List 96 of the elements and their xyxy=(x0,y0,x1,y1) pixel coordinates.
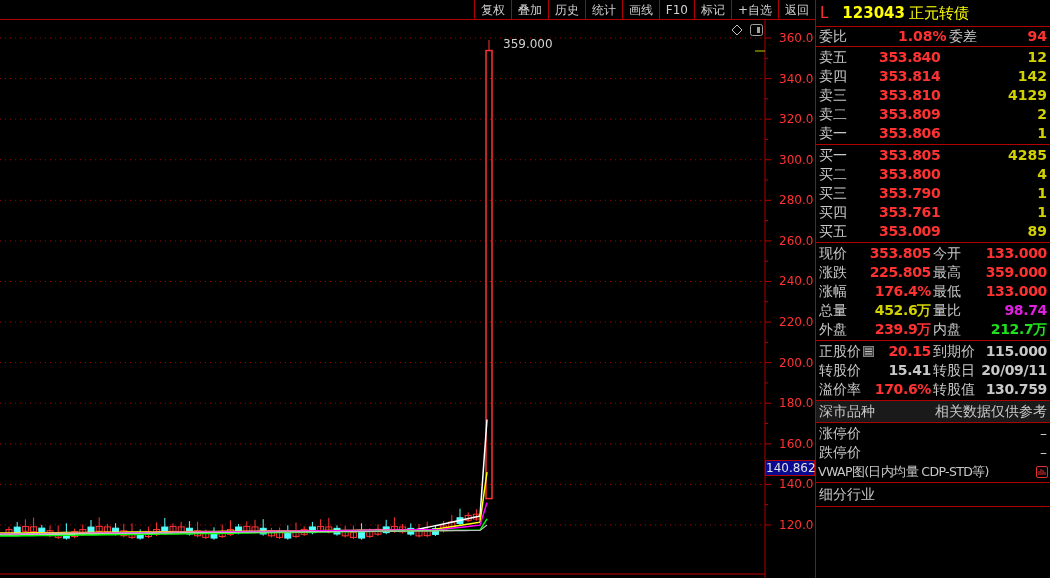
field-value: 20.15 xyxy=(888,342,931,361)
field-value: 98.74 xyxy=(1004,301,1047,320)
field-label: 到期价 xyxy=(933,342,975,361)
diamond-icon[interactable] xyxy=(731,24,743,36)
level-price: 353.761 xyxy=(879,203,941,222)
level-volume: 142 xyxy=(1017,67,1047,86)
level-label: 买三 xyxy=(819,184,848,203)
level-volume: 4129 xyxy=(1008,86,1047,105)
axis-label: 280.0 xyxy=(779,193,814,208)
level-volume: 2 xyxy=(1037,105,1047,124)
axis-label: 320.0 xyxy=(779,112,814,127)
field-value: – xyxy=(1040,443,1047,462)
section-label: 深市品种 xyxy=(819,402,875,421)
level-label: 卖一 xyxy=(819,124,848,143)
level-volume: 4285 xyxy=(1008,146,1047,165)
field-value: 212.7万 xyxy=(990,320,1047,339)
field-value: 176.4% xyxy=(874,282,931,301)
field-value: 94 xyxy=(1027,27,1047,46)
field-value: 15.41 xyxy=(888,361,931,380)
field-label: 今开 xyxy=(933,244,961,263)
field-label: 正股价 xyxy=(819,342,861,361)
level-price: 353.800 xyxy=(879,165,941,184)
field-label: 涨停价 xyxy=(819,424,861,443)
axis-label: 140.0 xyxy=(779,477,814,492)
field-value: 170.6% xyxy=(874,380,931,399)
axis-label: 240.0 xyxy=(779,274,814,289)
field-label: 现价 xyxy=(819,244,847,263)
level-price: 353.805 xyxy=(879,146,941,165)
level-price: 353.790 xyxy=(879,184,941,203)
field-value: 353.805 xyxy=(869,244,931,263)
price-marker-line xyxy=(754,50,766,52)
field-value: 133.000 xyxy=(985,282,1047,301)
axis-label: 300.0 xyxy=(779,152,814,167)
field-label: 委比 xyxy=(819,27,847,46)
level-label: 卖二 xyxy=(819,105,848,124)
field-value: 225.805 xyxy=(869,263,931,282)
level-volume: 4 xyxy=(1037,165,1047,184)
axis-label: 160.0 xyxy=(779,436,814,451)
field-label: 跌停价 xyxy=(819,443,861,462)
field-label: 内盘 xyxy=(933,320,961,339)
field-label: 总量 xyxy=(819,301,847,320)
axis-label: 260.0 xyxy=(779,233,814,248)
field-label: 涨跌 xyxy=(819,263,847,282)
level-price: 353.806 xyxy=(879,124,941,143)
level-price: 353.840 xyxy=(879,48,941,67)
field-label: 委差 xyxy=(948,27,977,46)
level-label: 卖四 xyxy=(819,67,848,86)
field-value: 20/09/11 xyxy=(981,361,1047,380)
field-value: 130.759 xyxy=(985,380,1047,399)
field-label: 转股值 xyxy=(933,380,975,399)
field-label: 溢价率 xyxy=(819,380,861,399)
market-flag-label: L xyxy=(820,3,829,23)
field-value: – xyxy=(1040,424,1047,443)
field-label: 量比 xyxy=(933,301,961,320)
level-volume: 1 xyxy=(1037,203,1047,222)
axis-label: 120.0 xyxy=(779,517,814,532)
axis-label: 340.0 xyxy=(779,71,814,86)
axis-label: 200.0 xyxy=(779,355,814,370)
level-price: 353.809 xyxy=(879,105,941,124)
level-label: 买五 xyxy=(819,222,848,241)
level-volume: 12 xyxy=(1027,48,1047,67)
field-value: 1.08% xyxy=(897,27,947,46)
level-price: 353.814 xyxy=(879,67,941,86)
field-label: 转股价 xyxy=(819,361,861,380)
level-label: 买二 xyxy=(819,165,848,184)
bar-chart-icon[interactable] xyxy=(1036,465,1048,478)
field-label: 外盘 xyxy=(819,320,847,339)
security-name: 正元转债 xyxy=(909,3,969,23)
level-label: 卖五 xyxy=(819,48,848,67)
section-label: 细分行业 xyxy=(819,485,875,504)
axis-label: 360.0 xyxy=(779,31,814,45)
field-value: 239.9万 xyxy=(874,320,931,339)
axis-label: 220.0 xyxy=(779,315,814,330)
field-label: 最高 xyxy=(933,263,961,282)
level-volume: 1 xyxy=(1037,184,1047,203)
field-value: 133.000 xyxy=(985,244,1047,263)
level-price: 353.009 xyxy=(879,222,941,241)
level-price: 353.810 xyxy=(879,86,941,105)
level-label: 买一 xyxy=(819,146,848,165)
vwap-link[interactable]: VWAP图(日内均量 CDP-STD等) xyxy=(818,462,989,481)
field-label: 最低 xyxy=(933,282,961,301)
level-label: 买四 xyxy=(819,203,848,222)
field-value: 115.000 xyxy=(985,342,1047,361)
field-value: 452.6万 xyxy=(874,301,931,320)
level-label: 卖三 xyxy=(819,86,848,105)
axis-label: 180.0 xyxy=(779,396,814,411)
level-volume: 1 xyxy=(1037,124,1047,143)
disclaimer-text: 相关数据仅供参考 xyxy=(935,402,1047,421)
panel-toggle-icon[interactable] xyxy=(750,24,763,36)
field-value: 359.000 xyxy=(985,263,1047,282)
table-icon[interactable] xyxy=(863,346,874,357)
field-label: 涨幅 xyxy=(819,282,847,301)
security-code: 123043 xyxy=(842,3,905,23)
level-volume: 89 xyxy=(1027,222,1047,241)
high-price-label: 359.000 xyxy=(503,37,553,51)
field-label: 转股日 xyxy=(933,361,975,380)
